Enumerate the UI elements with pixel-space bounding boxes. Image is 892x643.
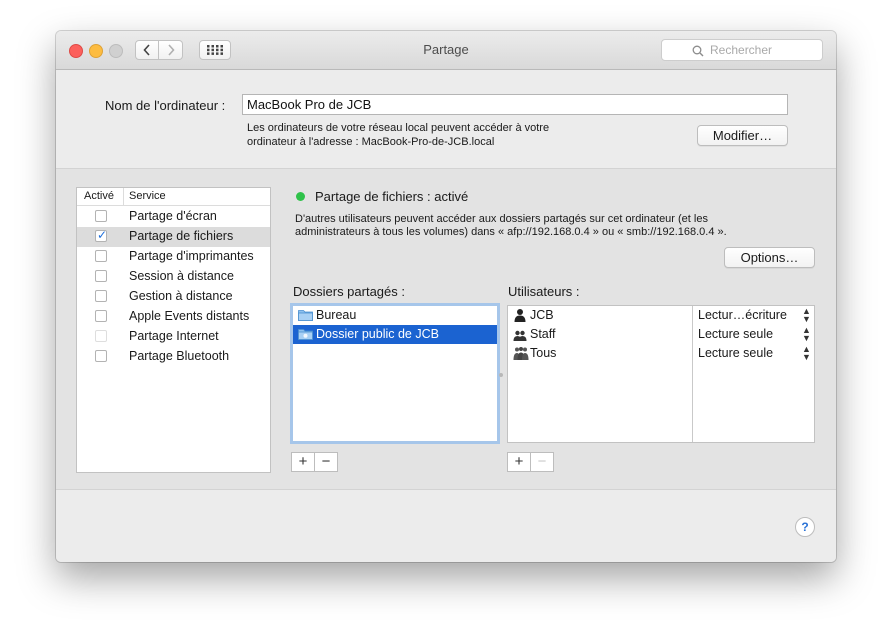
address-description-line2: ordinateur à l'adresse : MacBook-Pro-de-… bbox=[247, 136, 495, 148]
service-checkbox[interactable] bbox=[95, 210, 107, 222]
folder-row[interactable]: Bureau bbox=[293, 306, 497, 325]
folder-row[interactable]: Dossier public de JCB bbox=[293, 325, 497, 344]
add-folder-button[interactable]: + bbox=[292, 453, 315, 471]
shared-folders-list[interactable]: Bureau Dossier public de JCB bbox=[290, 303, 500, 444]
folders-add-remove: + − bbox=[291, 452, 338, 472]
user-name: Staff bbox=[530, 327, 556, 341]
service-label: Gestion à distance bbox=[129, 289, 233, 303]
permission-popup[interactable]: Lecture seule bbox=[698, 327, 773, 341]
computer-name-field[interactable]: MacBook Pro de JCB bbox=[242, 94, 788, 115]
folder-name: Bureau bbox=[316, 308, 357, 322]
sharing-info-line1: D'autres utilisateurs peuvent accéder au… bbox=[295, 213, 708, 225]
service-checkbox[interactable] bbox=[95, 290, 107, 302]
service-row[interactable]: Partage d'écran bbox=[77, 207, 270, 227]
service-list: Activé Service Partage d'écran ✓ Partage d… bbox=[76, 187, 271, 473]
remove-user-button[interactable]: − bbox=[531, 453, 553, 471]
user-icon bbox=[513, 308, 527, 325]
service-row[interactable]: Partage Internet bbox=[77, 327, 270, 347]
service-label: Apple Events distants bbox=[129, 309, 250, 323]
status-indicator-dot bbox=[296, 192, 305, 201]
title-bar: Partage Rechercher bbox=[56, 31, 836, 70]
service-checkbox[interactable] bbox=[95, 350, 107, 362]
folder-name: Dossier public de JCB bbox=[316, 327, 439, 341]
folder-icon bbox=[298, 309, 313, 324]
sharing-window: Partage Rechercher Nom de l'ordinateur :… bbox=[56, 31, 836, 562]
service-checkbox[interactable] bbox=[95, 310, 107, 322]
sharing-status: Partage de fichiers : activé bbox=[315, 189, 469, 204]
service-checkbox[interactable] bbox=[95, 330, 107, 342]
service-row[interactable]: Partage Bluetooth bbox=[77, 347, 270, 367]
service-row[interactable]: Session à distance bbox=[77, 267, 270, 287]
users-label: Utilisateurs : bbox=[508, 284, 580, 299]
user-row[interactable]: Tous Lecture seule ▲ ▼ bbox=[508, 344, 814, 363]
user-name: JCB bbox=[530, 308, 554, 322]
service-label: Partage de fichiers bbox=[129, 229, 234, 243]
computer-name-label: Nom de l'ordinateur : bbox=[105, 98, 226, 113]
service-checkbox[interactable]: ✓ bbox=[95, 228, 108, 242]
popup-arrows-icon[interactable]: ▲ ▼ bbox=[802, 326, 811, 343]
user-row[interactable]: JCB Lectur…écriture ▲ ▼ bbox=[508, 306, 814, 325]
computer-name-section: Nom de l'ordinateur : MacBook Pro de JCB… bbox=[56, 70, 836, 169]
search-icon bbox=[692, 45, 704, 57]
permission-popup[interactable]: Lectur…écriture bbox=[698, 308, 787, 322]
public-folder-icon bbox=[298, 328, 313, 343]
remove-folder-button[interactable]: − bbox=[315, 453, 337, 471]
header-service: Service bbox=[129, 190, 166, 202]
service-row[interactable]: Apple Events distants bbox=[77, 307, 270, 327]
search-field[interactable]: Rechercher bbox=[661, 39, 823, 61]
shared-folders-label: Dossiers partagés : bbox=[293, 284, 405, 299]
group-icon bbox=[513, 327, 527, 344]
service-label: Partage Bluetooth bbox=[129, 349, 230, 363]
modify-button[interactable]: Modifier… bbox=[697, 125, 788, 146]
users-list[interactable]: JCB Lectur…écriture ▲ ▼ Staff Lecture seule ▲ ▼… bbox=[507, 305, 815, 443]
service-label: Partage d'imprimantes bbox=[129, 249, 254, 263]
service-row[interactable]: Partage d'imprimantes bbox=[77, 247, 270, 267]
service-checkbox[interactable] bbox=[95, 270, 107, 282]
help-button[interactable]: ? bbox=[795, 517, 815, 537]
service-checkbox[interactable] bbox=[95, 250, 107, 262]
add-user-button[interactable]: + bbox=[508, 453, 531, 471]
service-list-header: Activé Service bbox=[77, 188, 270, 206]
user-row[interactable]: Staff Lecture seule ▲ ▼ bbox=[508, 325, 814, 344]
service-row[interactable]: ✓ Partage de fichiers bbox=[77, 227, 270, 247]
service-label: Partage Internet bbox=[129, 329, 219, 343]
header-active: Activé bbox=[84, 190, 114, 202]
service-label: Session à distance bbox=[129, 269, 234, 283]
address-description-line1: Les ordinateurs de votre réseau local pe… bbox=[247, 122, 550, 134]
users-add-remove: + − bbox=[507, 452, 554, 472]
split-handle[interactable] bbox=[499, 373, 503, 377]
popup-arrows-icon[interactable]: ▲ ▼ bbox=[802, 345, 811, 362]
options-button[interactable]: Options… bbox=[724, 247, 815, 268]
everyone-icon bbox=[513, 346, 529, 363]
service-row[interactable]: Gestion à distance bbox=[77, 287, 270, 307]
search-placeholder: Rechercher bbox=[710, 43, 773, 57]
permission-popup[interactable]: Lecture seule bbox=[698, 346, 773, 360]
bottom-bar bbox=[56, 490, 836, 562]
popup-arrows-icon[interactable]: ▲ ▼ bbox=[802, 307, 811, 324]
service-label: Partage d'écran bbox=[129, 209, 217, 223]
sharing-info-line2: administrateurs à tous les volumes) dans… bbox=[295, 226, 727, 238]
user-name: Tous bbox=[530, 346, 557, 360]
checkmark-icon: ✓ bbox=[97, 228, 108, 242]
